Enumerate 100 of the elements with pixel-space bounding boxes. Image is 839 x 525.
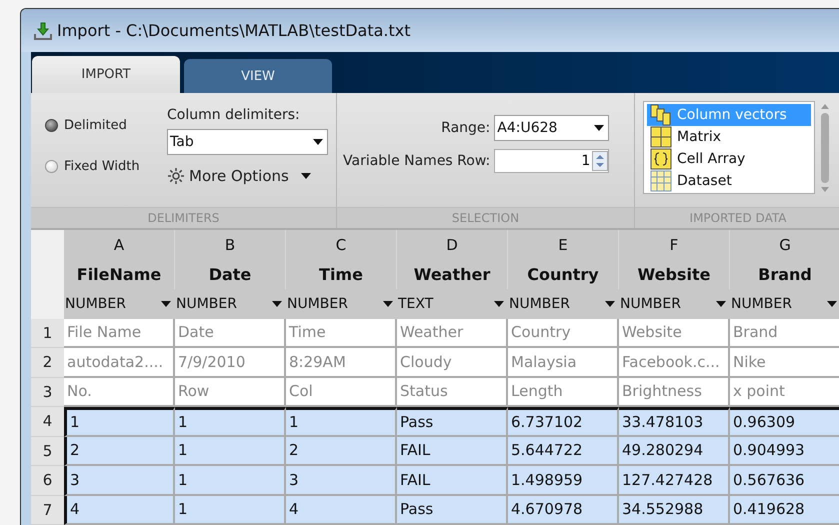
table-cell: 4.670978 (508, 496, 619, 525)
column-name: Website (619, 260, 730, 289)
table-cell: 1 (175, 436, 286, 466)
table-cell: 0.96309 (730, 407, 839, 436)
column-type-dropdown[interactable]: NUMBER (64, 289, 175, 318)
column-type-dropdown[interactable]: NUMBER (619, 289, 730, 318)
section-label: DELIMITERS (31, 207, 336, 228)
table-cell: 3 (64, 466, 175, 496)
table-cell: 127.427428 (619, 466, 730, 496)
column-letter: D (397, 230, 508, 260)
row-number: 3 (31, 378, 64, 407)
table-cell: Date (175, 318, 286, 348)
radio-option[interactable]: Delimited (45, 118, 167, 133)
table-cell: 2 (64, 436, 175, 466)
spinner-arrows-icon (592, 151, 608, 171)
table-cell: Facebook.c... (619, 348, 730, 378)
delimiter-dropdown[interactable]: Tab (167, 129, 328, 155)
column-type-dropdown[interactable]: NUMBER (175, 289, 286, 318)
table-cell: 1 (286, 407, 397, 436)
table-cell: 8:29AM (286, 348, 397, 378)
ribbon-tab[interactable]: VIEW (184, 59, 332, 93)
row-number: 6 (31, 466, 64, 496)
ribbon-tab[interactable]: IMPORT (32, 56, 180, 93)
grid-icon (650, 126, 672, 148)
table-cell: 1 (175, 496, 286, 525)
columns-icon (650, 104, 672, 126)
table-cell: Website (619, 318, 730, 348)
import-icon (33, 20, 53, 40)
table-cell: 33.478103 (619, 407, 730, 436)
column-type-dropdown[interactable]: NUMBER (730, 289, 839, 318)
row-number: 1 (31, 318, 64, 348)
table-cell: 1 (175, 407, 286, 436)
table-cell: 1.498959 (508, 466, 619, 496)
list-item[interactable]: Cell Array (647, 148, 811, 170)
caret-icon (300, 173, 311, 179)
column-letter: G (730, 230, 839, 260)
more-options-button[interactable]: More Options (167, 165, 328, 187)
table-cell: Brightness (619, 378, 730, 407)
table-cell: Cloudy (397, 348, 508, 378)
column-name: Date (175, 260, 286, 289)
range-dropdown[interactable]: A4:U628 (494, 115, 610, 141)
table-cell: Country (508, 318, 619, 348)
table-cell: Malaysia (508, 348, 619, 378)
table-cell: 1 (64, 407, 175, 436)
list-item[interactable]: Dataset (647, 170, 811, 192)
table-cell: Weather (397, 318, 508, 348)
table-cell: Row (175, 378, 286, 407)
column-letter: E (508, 230, 619, 260)
window-title: Import - C:\Documents\MATLAB\testData.txt (57, 21, 411, 40)
row-number: 5 (31, 436, 64, 466)
column-type-dropdown[interactable]: TEXT (397, 289, 508, 318)
table-cell: 2 (286, 436, 397, 466)
table-cell: autodata2.... (64, 348, 175, 378)
table-cell: File Name (64, 318, 175, 348)
table-cell: 49.280294 (619, 436, 730, 466)
table-icon (650, 170, 672, 192)
column-letter: A (64, 230, 175, 260)
row-number: 7 (31, 496, 64, 525)
table-cell: 7/9/2010 (175, 348, 286, 378)
table-cell: No. (64, 378, 175, 407)
table-cell: 1 (175, 466, 286, 496)
table-cell: FAIL (397, 466, 508, 496)
radio-option[interactable]: Fixed Width (45, 159, 167, 174)
column-letter: F (619, 230, 730, 260)
table-cell: 6.737102 (508, 407, 619, 436)
column-type-dropdown[interactable]: NUMBER (508, 289, 619, 318)
column-name: Weather (397, 260, 508, 289)
table-cell: 0.567636 (730, 466, 839, 496)
column-name: Country (508, 260, 619, 289)
table-cell: 0.904993 (730, 436, 839, 466)
table-cell: x point (730, 378, 839, 407)
list-item[interactable]: Matrix (647, 126, 811, 148)
table-cell: 4 (286, 496, 397, 525)
field-label: Column delimiters: (167, 107, 301, 123)
row-number: 4 (31, 407, 64, 436)
table-cell: 5.644722 (508, 436, 619, 466)
table-cell: 0.419628 (730, 496, 839, 525)
section-label: IMPORTED DATA (635, 207, 839, 228)
column-name: FileName (64, 260, 175, 289)
table-cell: Pass (397, 496, 508, 525)
table-cell: 34.552988 (619, 496, 730, 525)
table-cell: Col (286, 378, 397, 407)
braces-icon (650, 148, 672, 170)
column-letter: B (175, 230, 286, 260)
section-label: SELECTION (337, 207, 634, 228)
column-name: Time (286, 260, 397, 289)
table-cell: Time (286, 318, 397, 348)
field-label: Range: (440, 120, 490, 136)
table-cell: Status (397, 378, 508, 407)
row-spinner[interactable]: 1 (494, 149, 610, 173)
table-cell: Length (508, 378, 619, 407)
field-label: Variable Names Row: (343, 153, 490, 169)
table-cell: FAIL (397, 436, 508, 466)
gear-icon (167, 167, 185, 185)
row-number: 2 (31, 348, 64, 378)
column-type-dropdown[interactable]: NUMBER (286, 289, 397, 318)
column-letter: C (286, 230, 397, 260)
table-cell: Pass (397, 407, 508, 436)
column-name: Brand (730, 260, 839, 289)
table-cell: 3 (286, 466, 397, 496)
